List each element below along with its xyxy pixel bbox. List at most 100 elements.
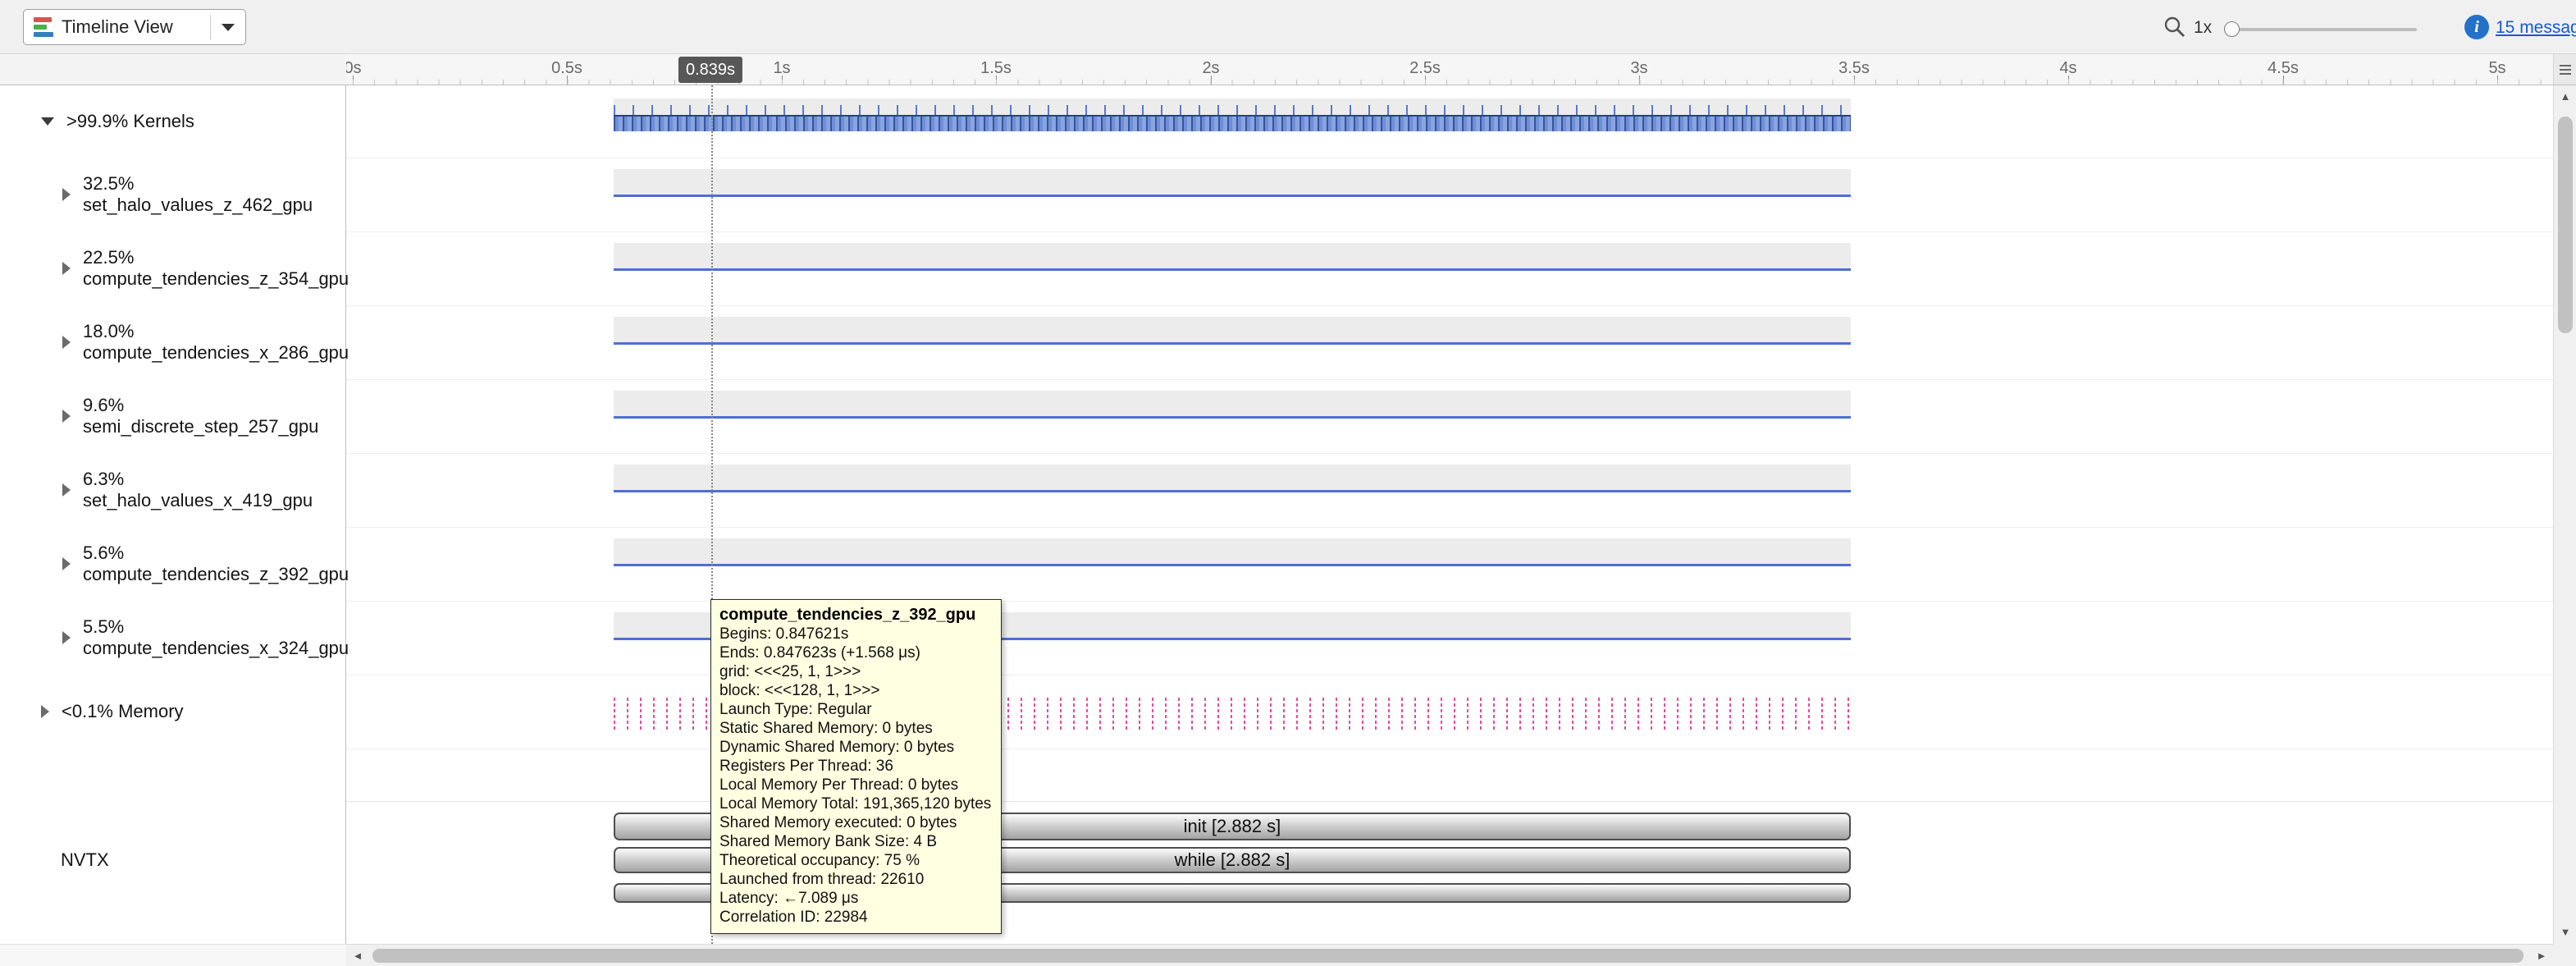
row-label: 32.5% set_halo_values_z_462_gpu [83,173,345,216]
row-separator [346,305,2553,306]
tooltip-line: Local Memory Total: 191,365,120 bytes [719,794,991,813]
zoom-cluster: 1x i 15 messages [2158,0,2576,54]
time-marker-label: 0.839s [678,57,742,83]
scroll-right-icon[interactable]: ► [2530,945,2553,966]
kernel-track-5[interactable] [614,465,1851,492]
messages-link[interactable]: 15 messages [2496,18,2576,38]
timeline-view-icon [34,17,53,37]
sidebar-item-kernel-3[interactable]: 18.0% compute_tendencies_x_286_gpu [0,324,345,360]
chevron-down-icon[interactable] [41,117,54,126]
chevron-right-icon[interactable] [62,557,71,570]
sidebar-item-kernels[interactable]: >99.9% Kernels [0,103,345,140]
scroll-down-icon[interactable]: ▼ [2554,921,2576,944]
zoom-slider-thumb[interactable] [2224,21,2240,37]
zoom-slider[interactable] [2227,28,2417,31]
sidebar-item-kernel-4[interactable]: 9.6% semi_discrete_step_257_gpu [0,398,345,434]
toolbar: Timeline View 1x i 15 messages [0,0,2576,54]
ruler-tick [2283,76,2284,85]
nvtx-range-label: while [2.882 s] [1175,849,1290,871]
tooltip-line: Latency: ←7.089 μs [719,889,991,908]
row-separator [346,527,2553,528]
row-label: 22.5% compute_tendencies_z_354_gpu [83,247,349,290]
zoom-level-label: 1x [2194,18,2212,38]
sidebar-item-nvtx[interactable]: NVTX [0,842,345,878]
kernels-sparse-ticks [614,105,1851,115]
tooltip-line: Ends: 0.847623s (+1.568 μs) [719,643,991,662]
sidebar-item-memory[interactable]: <0.1% Memory [0,694,345,730]
kernel-track-6[interactable] [614,538,1851,566]
chevron-right-icon[interactable] [62,483,71,497]
dropdown-caret-button[interactable] [211,24,245,31]
ruler-tick [1639,76,1640,85]
scroll-up-icon[interactable]: ▲ [2554,85,2576,108]
ruler-tick [1854,76,1855,85]
info-icon[interactable]: i [2464,15,2489,39]
view-selector-dropdown[interactable]: Timeline View [23,9,246,45]
tooltip-line: Begins: 0.847621s [719,625,991,643]
row-label: 6.3% set_halo_values_x_419_gpu [83,469,345,511]
tooltip-line: Correlation ID: 22984 [719,908,991,927]
chevron-right-icon[interactable] [62,262,71,275]
tooltip-line: block: <<<128, 1, 1>>> [719,681,991,700]
tooltip-line: Shared Memory executed: 0 bytes [719,813,991,832]
row-label: <0.1% Memory [62,701,184,722]
vertical-scrollbar[interactable]: ▲ ▼ [2553,85,2576,944]
horizontal-scrollbar-thumb[interactable] [372,949,2523,963]
view-selector-label: Timeline View [62,16,210,38]
chevron-right-icon[interactable] [62,188,71,201]
row-separator [346,231,2553,232]
ruler-tick [782,76,783,85]
kernel-track-2[interactable] [614,243,1851,271]
sidebar-item-kernel-7[interactable]: 5.5% compute_tendencies_x_324_gpu [0,620,345,656]
tooltip-line: Dynamic Shared Memory: 0 bytes [719,738,991,757]
tooltip-line: grid: <<<25, 1, 1>>> [719,662,991,681]
scroll-left-icon[interactable]: ◄ [346,945,369,966]
bottom-left-corner [0,944,346,966]
ruler-tick-label: 0s [346,59,362,78]
tooltip-line: Launch Type: Regular [719,700,991,719]
kernel-tooltip: compute_tendencies_z_392_gpu Begins: 0.8… [710,599,1002,934]
tooltip-line: Shared Memory Bank Size: 4 B [719,832,991,851]
kernel-track-1[interactable] [614,169,1851,197]
ruler-tick [567,76,568,85]
ruler-tick [2068,76,2069,85]
chevron-right-icon[interactable] [62,631,71,644]
ruler-tick [996,76,997,85]
sidebar-item-kernel-2[interactable]: 22.5% compute_tendencies_z_354_gpu [0,250,345,286]
chevron-right-icon[interactable] [62,410,71,423]
sidebar-item-kernel-5[interactable]: 6.3% set_halo_values_x_419_gpu [0,472,345,508]
timeline-canvas[interactable]: init [2.882 s] while [2.882 s] [346,85,2553,944]
row-label: 18.0% compute_tendencies_x_286_gpu [83,321,349,364]
horizontal-scrollbar[interactable]: ◄ ► [346,944,2553,966]
magnifier-icon [2163,15,2187,39]
ruler-tick [1425,76,1426,85]
chevron-right-icon[interactable] [41,705,49,718]
bottom-right-corner [2553,944,2576,966]
tooltip-line: Registers Per Thread: 36 [719,757,991,776]
vertical-scrollbar-thumb[interactable] [2558,117,2573,333]
ruler-tick [353,76,354,85]
tooltip-line: Theoretical occupancy: 75 % [719,851,991,870]
row-separator [346,601,2553,602]
kernel-track-3[interactable] [614,317,1851,345]
row-tree-sidebar: >99.9% Kernels 32.5% set_halo_values_z_4… [0,85,346,944]
kernels-summary-bar[interactable] [614,115,1851,131]
sidebar-item-kernel-6[interactable]: 5.6% compute_tendencies_z_392_gpu [0,546,345,582]
list-icon [2560,65,2571,75]
row-separator [346,379,2553,380]
timeline-ruler[interactable]: 0s 0.5s 1s 1.5s 2s 2.5s 3s 3.5s 4s 4.5s … [346,54,2553,85]
chevron-right-icon[interactable] [62,336,71,349]
tooltip-title: compute_tendencies_z_392_gpu [719,606,991,625]
sidebar-item-kernel-1[interactable]: 32.5% set_halo_values_z_462_gpu [0,176,345,213]
tooltip-line: Local Memory Per Thread: 0 bytes [719,776,991,794]
tooltip-line: Launched from thread: 22610 [719,870,991,889]
scrollbar-corner-button[interactable] [2553,54,2576,85]
row-label: 5.5% compute_tendencies_x_324_gpu [83,616,349,659]
nvtx-section-separator [346,801,2553,802]
row-label: >99.9% Kernels [66,111,194,132]
kernel-track-4[interactable] [614,391,1851,419]
row-label: 9.6% semi_discrete_step_257_gpu [83,395,345,437]
tooltip-line: Static Shared Memory: 0 bytes [719,719,991,738]
row-label: 5.6% compute_tendencies_z_392_gpu [83,543,349,585]
row-separator [346,453,2553,454]
